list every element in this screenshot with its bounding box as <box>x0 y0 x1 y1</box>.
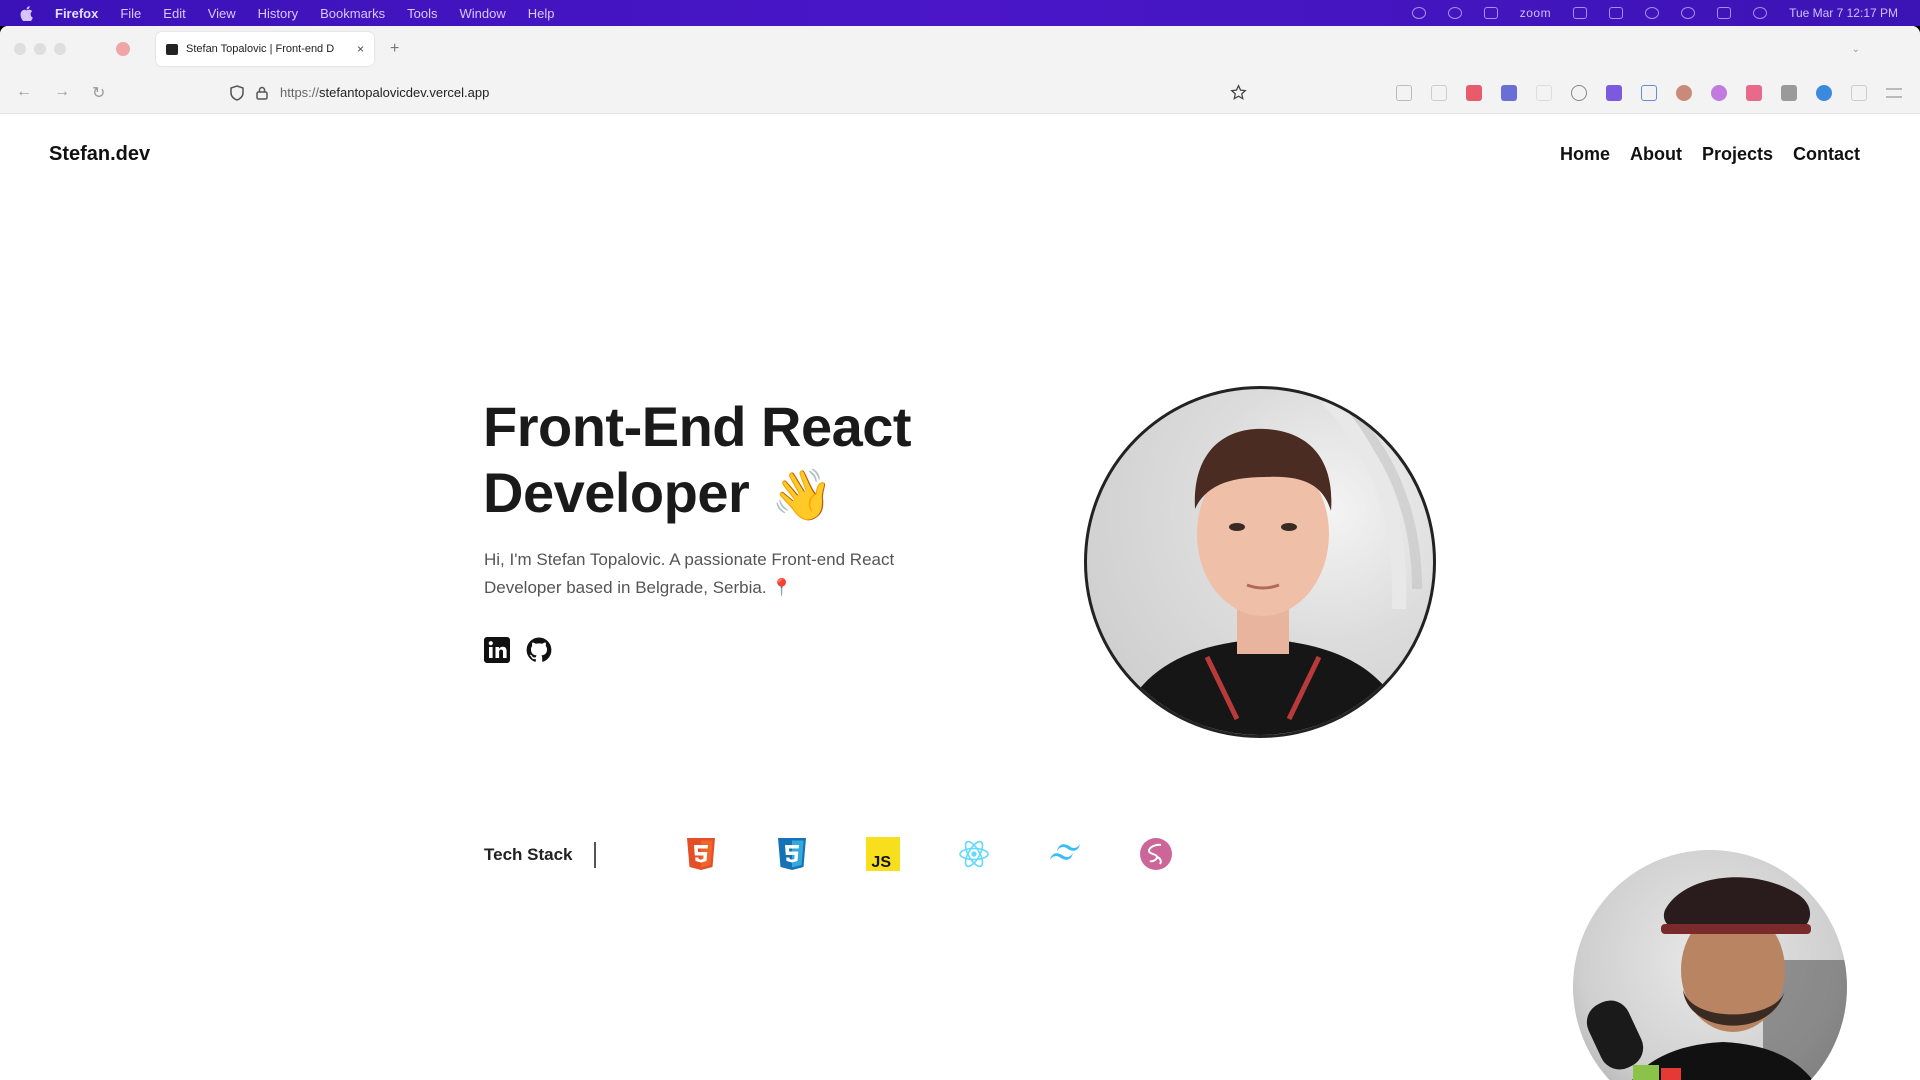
apple-icon[interactable] <box>20 5 33 21</box>
tab-title: Stefan Topalovic | Front-end D <box>186 43 335 55</box>
browser-toolbar: ← → ↻ https://stefantopalovicdev.vercel.… <box>0 72 1920 114</box>
waving-hand-icon: 👋 <box>771 467 834 523</box>
extension-violet-icon[interactable] <box>1711 84 1727 101</box>
browser-window: Stefan Topalovic | Front-end D × + ⌄ ← →… <box>0 26 1920 1080</box>
nav-projects[interactable]: Projects <box>1702 144 1773 165</box>
window-controls <box>0 43 66 55</box>
profile-portrait <box>1118 394 1422 735</box>
hero-title: Front-End React Developer 👋 <box>483 394 1003 528</box>
extension-globe-icon[interactable] <box>1816 84 1832 101</box>
tab-list-chevron-icon[interactable]: ⌄ <box>1852 44 1860 55</box>
menubar-clock[interactable]: Tue Mar 7 12:17 PM <box>1789 6 1898 20</box>
spotlight-icon[interactable] <box>1681 7 1696 19</box>
zoom-status[interactable]: zoom <box>1520 6 1551 20</box>
volume-icon[interactable] <box>1573 7 1588 19</box>
control-center-icon[interactable] <box>1717 7 1732 19</box>
menu-window[interactable]: Window <box>460 6 506 21</box>
forward-button[interactable]: → <box>54 83 70 103</box>
battery-icon[interactable] <box>1609 7 1624 19</box>
zoom-window-button[interactable] <box>54 43 66 55</box>
tab-favicon-icon <box>166 43 178 55</box>
hero-title-line1: Front-End React <box>483 395 912 458</box>
html5-icon <box>683 836 719 872</box>
tracking-protection-icon[interactable] <box>230 84 244 101</box>
site-logo[interactable]: Stefan.dev <box>49 143 150 166</box>
svg-text:JS: JS <box>871 854 891 871</box>
lock-icon[interactable] <box>256 86 268 100</box>
tailwind-icon <box>1047 836 1083 872</box>
menu-help[interactable]: Help <box>528 6 555 21</box>
extension-check-icon[interactable] <box>1536 84 1552 101</box>
minimize-window-button[interactable] <box>34 43 46 55</box>
download-icon[interactable] <box>1431 84 1447 101</box>
menu-bookmarks[interactable]: Bookmarks <box>320 6 385 21</box>
react-icon <box>956 836 992 872</box>
site-nav: Home About Projects Contact <box>1560 144 1860 165</box>
back-button[interactable]: ← <box>16 83 32 103</box>
bookmark-star-icon[interactable] <box>1230 84 1247 101</box>
github-icon[interactable] <box>525 636 553 664</box>
javascript-icon: JS <box>865 836 901 872</box>
linkedin-icon[interactable] <box>483 636 511 664</box>
extension-gray-icon[interactable] <box>1781 84 1797 101</box>
url-bar[interactable]: https://stefantopalovicdev.vercel.app <box>230 84 489 101</box>
extension-blue-icon[interactable] <box>1501 84 1517 101</box>
tech-stack-label: Tech Stack <box>484 845 573 864</box>
extension-circle-icon[interactable] <box>1571 84 1587 101</box>
reader-icon[interactable] <box>1396 84 1412 101</box>
website-page: Stefan.dev Home About Projects Contact F… <box>0 114 1920 1080</box>
profile-photo <box>1084 386 1436 738</box>
wifi-icon[interactable] <box>1645 7 1660 19</box>
tab-close-button[interactable]: × <box>357 42 364 56</box>
menu-edit[interactable]: Edit <box>163 6 185 21</box>
sync-icon[interactable] <box>1483 7 1498 19</box>
menubar-app-name[interactable]: Firefox <box>55 6 98 21</box>
hero-description: Hi, I'm Stefan Topalovic. A passionate F… <box>484 546 954 602</box>
extensions-toolbar <box>1396 84 1902 101</box>
reload-button[interactable]: ↻ <box>92 83 105 103</box>
url-prefix: https:// <box>280 85 320 100</box>
siri-icon[interactable] <box>1753 7 1768 19</box>
social-links <box>483 636 553 664</box>
menu-file[interactable]: File <box>120 6 141 21</box>
extensions-puzzle-icon[interactable] <box>1851 84 1867 101</box>
menu-view[interactable]: View <box>208 6 236 21</box>
extension-red-icon[interactable] <box>1466 84 1482 101</box>
presenter-video <box>1586 877 1847 1080</box>
extension-brown-icon[interactable] <box>1676 84 1692 101</box>
extension-purple-icon[interactable] <box>1606 84 1622 101</box>
hero-title-line2: Developer <box>483 461 750 524</box>
css3-icon <box>774 836 810 872</box>
menu-hamburger-icon[interactable] <box>1886 87 1902 98</box>
location-pin-icon: 📍 <box>771 578 793 597</box>
url-text[interactable]: https://stefantopalovicdev.vercel.app <box>280 85 489 100</box>
hero-description-text: Hi, I'm Stefan Topalovic. A passionate F… <box>484 550 895 597</box>
extension-pink-icon[interactable] <box>1746 84 1762 101</box>
new-tab-button[interactable]: + <box>390 40 399 58</box>
webcam-overlay <box>1573 850 1847 1080</box>
url-host: stefantopalovicdev.vercel.app <box>319 85 490 100</box>
menu-tools[interactable]: Tools <box>407 6 437 21</box>
close-window-button[interactable] <box>14 43 26 55</box>
sass-icon <box>1138 836 1174 872</box>
menu-history[interactable]: History <box>258 6 298 21</box>
pinned-tab[interactable] <box>116 42 130 56</box>
tech-stack-divider <box>594 842 596 868</box>
nav-about[interactable]: About <box>1630 144 1682 165</box>
tech-stack-icons: JS <box>683 836 1174 872</box>
active-tab[interactable]: Stefan Topalovic | Front-end D × <box>156 32 374 66</box>
macos-menubar: Firefox File Edit View History Bookmarks… <box>0 0 1920 26</box>
nav-contact[interactable]: Contact <box>1793 144 1860 165</box>
tab-bar: Stefan Topalovic | Front-end D × + ⌄ <box>0 26 1920 72</box>
extension-grid-icon[interactable] <box>1641 84 1657 101</box>
radiation-icon[interactable] <box>1411 7 1426 19</box>
record-icon[interactable] <box>1447 7 1462 19</box>
nav-home[interactable]: Home <box>1560 144 1610 165</box>
